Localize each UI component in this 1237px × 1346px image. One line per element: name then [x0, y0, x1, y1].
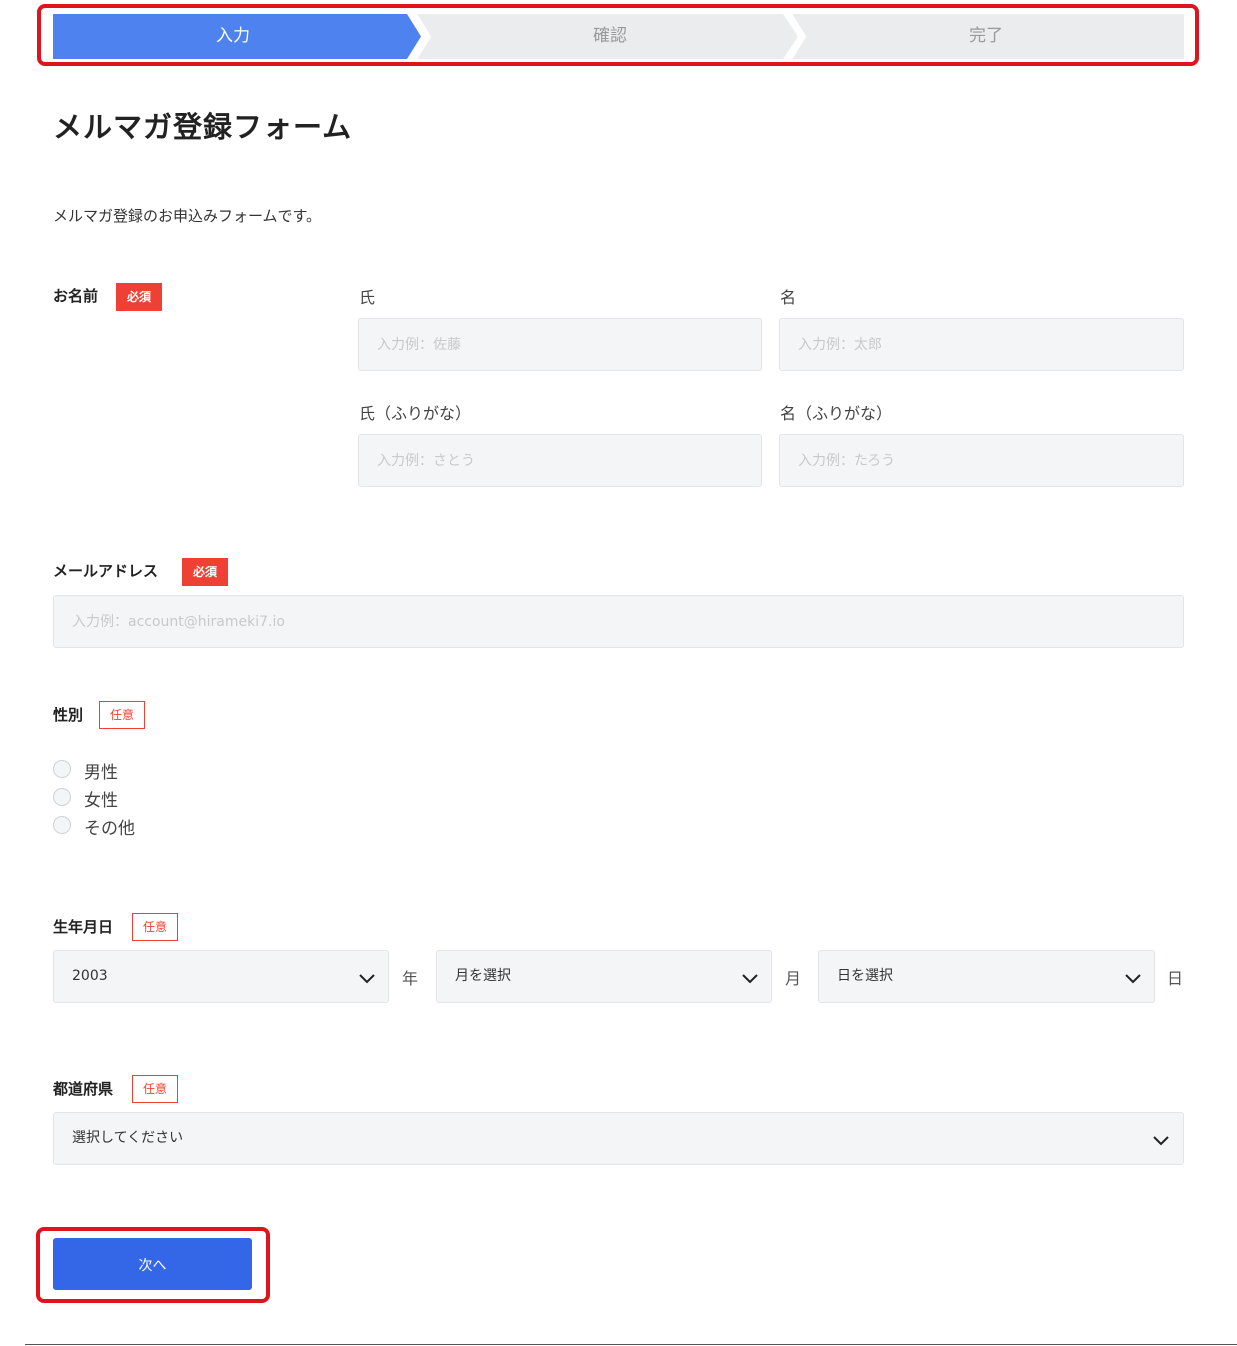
- year-unit-label: 年: [402, 969, 419, 988]
- optional-badge: 任意: [132, 913, 178, 941]
- stepbar-highlight-frame: [37, 4, 1199, 66]
- birth-month-select[interactable]: 月を選択: [436, 950, 772, 1003]
- first-name-kana-label: 名（ふりがな）: [780, 404, 893, 423]
- radio-button[interactable]: [53, 816, 71, 834]
- birthdate-field-label: 生年月日: [53, 918, 114, 936]
- optional-badge: 任意: [132, 1075, 178, 1103]
- name-field-label: お名前: [53, 287, 99, 305]
- month-unit-label: 月: [785, 969, 802, 988]
- first-name-kana-input[interactable]: [779, 434, 1184, 487]
- select-value: 選択してください: [72, 1130, 184, 1146]
- chevron-down-icon: [742, 974, 758, 984]
- radio-button[interactable]: [53, 788, 71, 806]
- required-badge: 必須: [116, 283, 162, 311]
- birth-day-select[interactable]: 日を選択: [818, 950, 1155, 1003]
- next-button-highlight-frame: [36, 1227, 270, 1303]
- prefecture-select[interactable]: 選択してください: [53, 1112, 1184, 1165]
- form-page: 入力 確認 完了 メルマガ登録フォーム メルマガ登録のお申込みフォームです。 お…: [0, 0, 1237, 1346]
- day-unit-label: 日: [1167, 969, 1184, 988]
- chevron-down-icon: [359, 974, 375, 984]
- email-input[interactable]: [53, 595, 1184, 648]
- chevron-down-icon: [1125, 974, 1141, 984]
- chevron-down-icon: [1153, 1136, 1169, 1146]
- select-value: 2003: [72, 968, 108, 984]
- select-value: 月を選択: [455, 968, 511, 984]
- radio-button[interactable]: [53, 760, 71, 778]
- page-description: メルマガ登録のお申込みフォームです。: [53, 207, 322, 225]
- required-badge: 必須: [182, 558, 228, 586]
- prefecture-field-label: 都道府県: [53, 1080, 114, 1098]
- radio-label: 女性: [84, 791, 118, 811]
- last-name-label: 氏: [359, 288, 376, 307]
- radio-label: 男性: [84, 763, 118, 783]
- optional-badge: 任意: [99, 701, 145, 729]
- last-name-kana-label: 氏（ふりがな）: [359, 404, 472, 423]
- email-field-label: メールアドレス: [53, 562, 159, 580]
- page-title: メルマガ登録フォーム: [53, 110, 353, 144]
- radio-label: その他: [84, 819, 135, 839]
- last-name-input[interactable]: [358, 318, 762, 371]
- bottom-divider: [25, 1344, 1237, 1345]
- gender-field-label: 性別: [53, 706, 84, 724]
- last-name-kana-input[interactable]: [358, 434, 762, 487]
- first-name-input[interactable]: [779, 318, 1184, 371]
- select-value: 日を選択: [837, 968, 893, 984]
- birth-year-select[interactable]: 2003: [53, 950, 389, 1003]
- first-name-label: 名: [780, 288, 797, 307]
